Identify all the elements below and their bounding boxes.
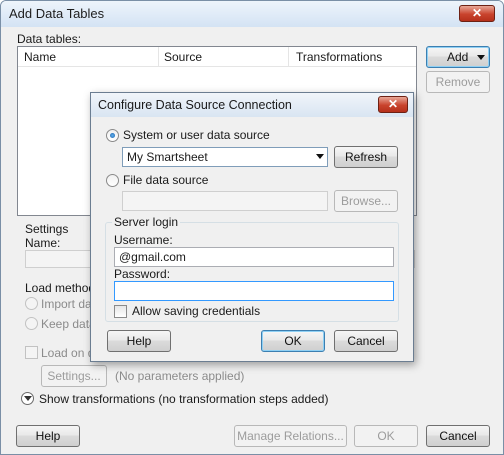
refresh-button[interactable]: Refresh xyxy=(334,146,398,168)
load-on-demand-checkbox[interactable] xyxy=(25,346,38,359)
help-button[interactable]: Help xyxy=(16,425,80,447)
window-title: Add Data Tables xyxy=(9,6,105,21)
server-login-group: Server login Username: @gmail.com Passwo… xyxy=(105,215,399,322)
file-source-radio[interactable] xyxy=(106,174,119,187)
password-label: Password: xyxy=(114,267,171,281)
cancel-button[interactable]: Cancel xyxy=(426,425,490,447)
dialog-title: Configure Data Source Connection xyxy=(98,98,292,112)
no-parameters-label: (No parameters applied) xyxy=(115,369,245,383)
ok-button[interactable]: OK xyxy=(354,425,418,447)
file-source-label: File data source xyxy=(123,173,209,187)
configure-data-source-dialog: Configure Data Source Connection ✕ Syste… xyxy=(90,92,414,362)
dialog-titlebar: Configure Data Source Connection ✕ xyxy=(91,93,413,117)
window-close-button[interactable]: ✕ xyxy=(459,5,495,22)
dialog-help-button[interactable]: Help xyxy=(107,330,171,352)
chevron-down-icon xyxy=(477,55,485,60)
window-titlebar: Add Data Tables ✕ xyxy=(1,1,503,27)
dialog-close-button[interactable]: ✕ xyxy=(378,96,408,113)
column-divider xyxy=(288,47,289,67)
column-divider xyxy=(158,47,159,67)
browse-button[interactable]: Browse... xyxy=(334,190,398,212)
column-header-name[interactable]: Name xyxy=(24,50,56,64)
data-source-selected: My Smartsheet xyxy=(127,150,208,164)
dialog-ok-button[interactable]: OK xyxy=(261,330,325,352)
list-header: Name Source Transformations xyxy=(18,47,416,67)
password-input[interactable] xyxy=(114,281,394,301)
load-method-label: Load method: xyxy=(25,281,99,295)
allow-saving-label: Allow saving credentials xyxy=(132,304,261,318)
system-source-radio[interactable] xyxy=(106,129,119,142)
server-login-label: Server login xyxy=(112,215,181,229)
allow-saving-checkbox[interactable] xyxy=(114,305,127,318)
show-transformations-label[interactable]: Show transformations (no transformation … xyxy=(39,392,328,406)
expand-transformations-icon[interactable] xyxy=(21,392,34,405)
settings-group-label: Settings xyxy=(25,222,69,236)
column-header-transformations[interactable]: Transformations xyxy=(296,50,382,64)
manage-relations-button[interactable]: Manage Relations... xyxy=(234,425,347,447)
column-header-source[interactable]: Source xyxy=(164,50,202,64)
data-tables-label: Data tables: xyxy=(17,32,82,46)
add-button-label: Add xyxy=(447,50,469,64)
dialog-cancel-button[interactable]: Cancel xyxy=(334,330,398,352)
import-data-radio[interactable] xyxy=(25,297,38,310)
name-label: Name: xyxy=(25,236,61,250)
remove-button[interactable]: Remove xyxy=(426,71,490,93)
data-source-select[interactable]: My Smartsheet xyxy=(122,147,328,167)
settings-button[interactable]: Settings... xyxy=(41,365,107,387)
username-input[interactable]: @gmail.com xyxy=(114,247,394,267)
file-path-input[interactable] xyxy=(122,191,328,211)
chevron-down-icon xyxy=(316,154,324,159)
username-label: Username: xyxy=(114,233,173,247)
keep-data-radio[interactable] xyxy=(25,317,38,330)
system-source-label: System or user data source xyxy=(123,128,270,142)
add-button[interactable]: Add xyxy=(426,46,490,68)
